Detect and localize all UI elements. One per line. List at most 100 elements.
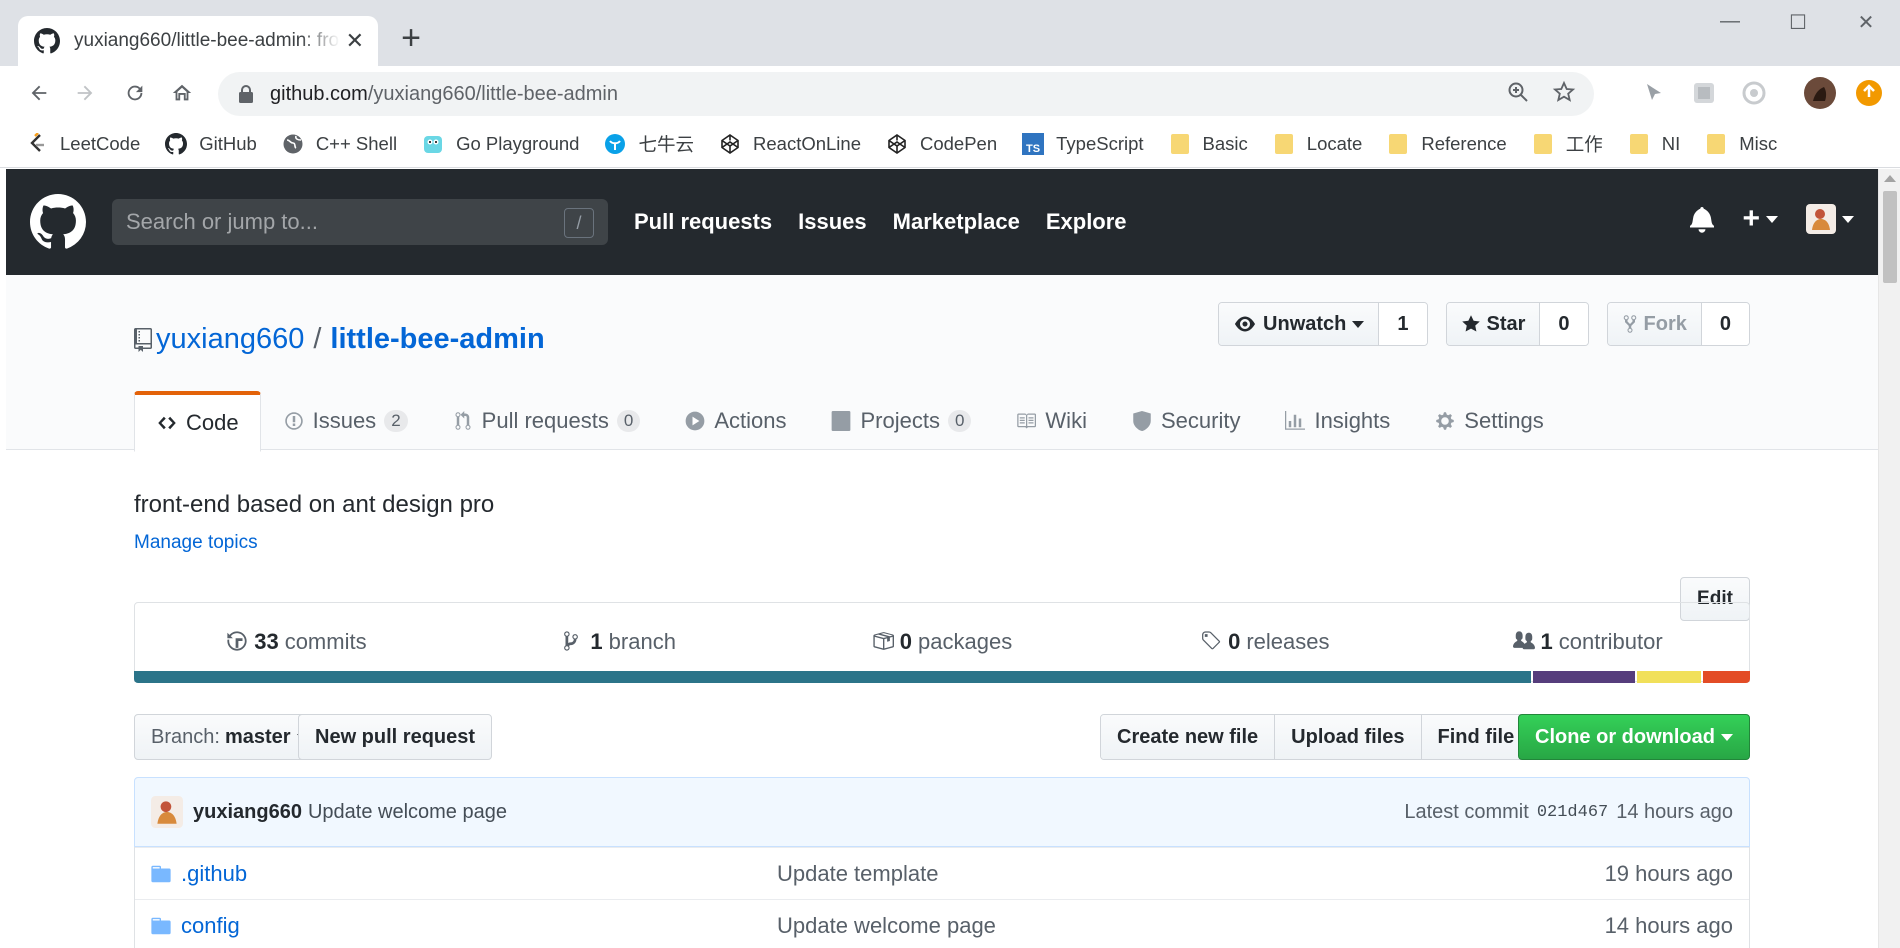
folder-icon — [1532, 133, 1554, 155]
tab-security[interactable]: Security — [1109, 391, 1262, 451]
clone-or-download-button[interactable]: Clone or download — [1518, 714, 1750, 760]
language-segment[interactable] — [1703, 671, 1750, 683]
forward-icon[interactable] — [68, 76, 102, 110]
maximize-icon[interactable]: ☐ — [1764, 10, 1832, 40]
bookmark-reference[interactable]: Reference — [1387, 133, 1507, 155]
commit-author-link[interactable]: yuxiang660 — [193, 801, 302, 824]
bookmark-c-shell[interactable]: C++ Shell — [282, 133, 397, 155]
tab-actions[interactable]: Actions — [662, 391, 808, 451]
chevron-down-icon — [1721, 733, 1733, 741]
create-new-file-button[interactable]: Create new file — [1101, 715, 1275, 759]
nav-marketplace[interactable]: Marketplace — [893, 209, 1020, 235]
github-logo-icon[interactable] — [30, 194, 86, 250]
summary-commits[interactable]: 33 commits — [135, 603, 458, 681]
history-icon — [226, 630, 250, 654]
language-bar[interactable] — [134, 671, 1750, 683]
star-count[interactable]: 0 — [1540, 303, 1588, 345]
fork-count[interactable]: 0 — [1701, 303, 1749, 345]
summary-releases[interactable]: 0 releases — [1103, 603, 1426, 681]
bookmark-github[interactable]: GitHub — [165, 132, 257, 155]
user-menu[interactable] — [1806, 204, 1854, 234]
summary-count: 1 — [1540, 629, 1553, 654]
bookmark-reactonline[interactable]: ReactOnLine — [719, 133, 861, 155]
back-icon[interactable] — [22, 76, 56, 110]
tab-label: Security — [1160, 408, 1241, 433]
bookmark-ni[interactable]: NI — [1628, 133, 1680, 155]
window-close-icon[interactable]: ✕ — [1832, 10, 1900, 40]
new-tab-icon[interactable]: + — [394, 21, 428, 56]
nav-explore[interactable]: Explore — [1046, 209, 1127, 235]
repo-owner-link[interactable]: yuxiang660 — [156, 323, 304, 356]
nav-issues[interactable]: Issues — [798, 209, 867, 235]
tab-issues[interactable]: Issues 2 — [261, 391, 430, 451]
grid-extension-icon[interactable] — [1690, 79, 1718, 107]
unwatch-button[interactable]: Unwatch — [1219, 303, 1380, 345]
target-extension-icon[interactable] — [1740, 79, 1768, 107]
create-new-dropdown[interactable]: + — [1742, 202, 1778, 236]
summary-count: 0 — [1228, 629, 1241, 654]
folder-icon — [1387, 133, 1409, 155]
tab-close-icon[interactable]: ✕ — [346, 28, 364, 54]
watch-count[interactable]: 1 — [1379, 303, 1427, 345]
search-input[interactable] — [126, 209, 546, 235]
bookmark-codepen[interactable]: CodePen — [886, 133, 997, 155]
commit-message-link[interactable]: Update welcome page — [308, 801, 507, 824]
find-file-button[interactable]: Find file — [1420, 715, 1531, 759]
file-commit-message[interactable]: Update welcome page — [777, 913, 1605, 939]
tab-settings[interactable]: Settings — [1412, 391, 1566, 451]
summary-branch[interactable]: 1 branch — [458, 603, 781, 681]
address-bar[interactable]: github.com/yuxiang660/little-bee-admin — [218, 72, 1594, 116]
folder-icon — [1273, 133, 1295, 155]
language-segment[interactable] — [134, 671, 1532, 683]
summary-contributor[interactable]: 1 contributor — [1426, 603, 1749, 681]
zoom-icon[interactable] — [1506, 80, 1530, 104]
bookmark-misc[interactable]: Misc — [1705, 133, 1777, 155]
upload-files-button[interactable]: Upload files — [1274, 715, 1421, 759]
tab-wiki[interactable]: Wiki — [993, 391, 1109, 451]
nav-pull-requests[interactable]: Pull requests — [634, 209, 772, 235]
star-button[interactable]: Star — [1446, 303, 1541, 345]
search-box[interactable]: / — [112, 199, 608, 245]
scroll-up-icon[interactable] — [1884, 175, 1896, 182]
reload-icon[interactable] — [118, 76, 152, 110]
typescript-icon: TS — [1022, 132, 1045, 155]
branch-select-button[interactable]: Branch: master — [134, 714, 326, 760]
home-icon[interactable] — [165, 76, 199, 110]
scrollbar-thumb[interactable] — [1883, 191, 1897, 283]
repo-summary: 33 commits 1 branch 0 packages 0 releases 1 contr… — [134, 602, 1750, 682]
minimize-icon[interactable]: — — [1696, 10, 1764, 40]
url-text: github.com/yuxiang660/little-bee-admin — [270, 82, 618, 105]
cursor-extension-icon[interactable] — [1640, 79, 1668, 107]
bookmark-leetcode[interactable]: LeetCode — [26, 132, 140, 155]
page-scrollbar[interactable] — [1878, 169, 1900, 948]
play-icon — [684, 410, 706, 432]
notification-bell-icon[interactable] — [1690, 205, 1715, 233]
file-name-link[interactable]: config — [181, 913, 777, 939]
new-pull-request-button[interactable]: New pull request — [298, 714, 493, 760]
repo-name-link[interactable]: little-bee-admin — [330, 323, 544, 356]
fork-button[interactable]: Fork — [1607, 303, 1702, 345]
manage-topics-link[interactable]: Manage topics — [134, 532, 258, 554]
update-icon[interactable] — [1856, 80, 1882, 106]
tab-pull-requests[interactable]: Pull requests 0 — [430, 391, 663, 451]
bookmark-star-icon[interactable] — [1552, 80, 1576, 104]
language-segment[interactable] — [1533, 671, 1635, 683]
commit-sha-link[interactable]: 021d467 — [1537, 803, 1608, 822]
avatar[interactable] — [151, 796, 183, 828]
bookmark-go-playground[interactable]: Go Playground — [422, 133, 579, 155]
summary-packages[interactable]: 0 packages — [781, 603, 1104, 681]
bookmark-typescript[interactable]: TS TypeScript — [1022, 132, 1144, 155]
browser-tab[interactable]: yuxiang660/little-bee-admin: front-end b… — [18, 16, 378, 66]
bookmark-locate[interactable]: Locate — [1273, 133, 1362, 155]
bookmark-basic[interactable]: Basic — [1169, 133, 1248, 155]
file-name-link[interactable]: .github — [181, 861, 777, 887]
bookmark-七牛云[interactable]: 七牛云 — [604, 131, 694, 157]
tab-insights[interactable]: Insights — [1262, 391, 1412, 451]
file-commit-message[interactable]: Update template — [777, 861, 1605, 887]
language-segment[interactable] — [1636, 671, 1702, 683]
tab-code[interactable]: Code — [134, 391, 261, 452]
bookmark-工作[interactable]: 工作 — [1532, 131, 1603, 157]
browser-tab-strip: yuxiang660/little-bee-admin: front-end b… — [0, 0, 1900, 66]
tab-projects[interactable]: Projects 0 — [808, 391, 993, 451]
profile-avatar-icon[interactable] — [1804, 77, 1836, 109]
